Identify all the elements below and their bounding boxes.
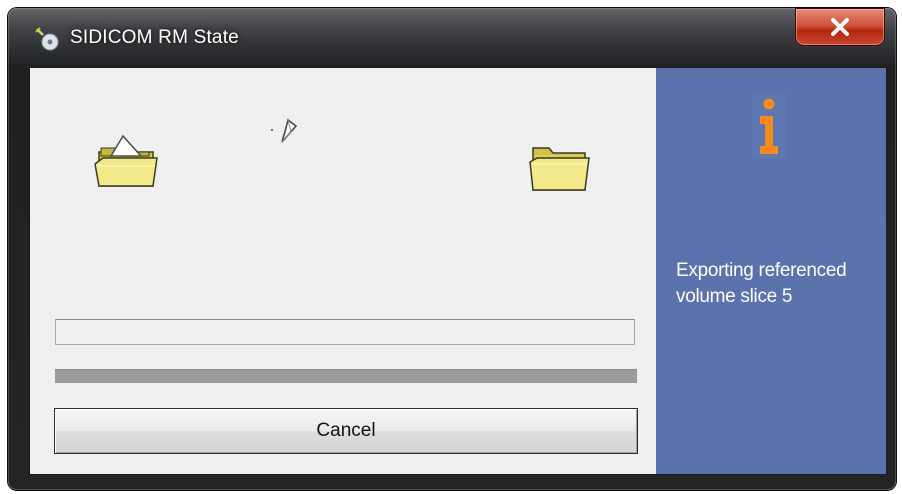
info-icon <box>752 94 786 158</box>
window-title: SIDICOM RM State <box>70 27 239 48</box>
info-side-panel: Exporting referenced volume slice 5 <box>656 68 886 474</box>
current-file-field <box>55 319 635 345</box>
title-bar[interactable]: SIDICOM RM State <box>8 8 896 66</box>
cancel-button[interactable]: Cancel <box>54 408 638 454</box>
close-icon <box>831 18 849 36</box>
document-icon <box>270 118 298 143</box>
close-button[interactable] <box>796 9 884 45</box>
progress-bar <box>55 369 637 383</box>
dialog-window: SIDICOM RM State Cancel Exporting refere… <box>8 8 896 490</box>
dialog-client-area: Cancel Exporting referenced volume slice… <box>29 67 887 475</box>
disc-icon <box>34 26 60 52</box>
status-message: Exporting referenced volume slice 5 <box>676 260 847 307</box>
open-folder-icon <box>94 134 158 187</box>
progress-pane: Cancel <box>30 68 656 474</box>
folder-icon <box>529 147 590 191</box>
